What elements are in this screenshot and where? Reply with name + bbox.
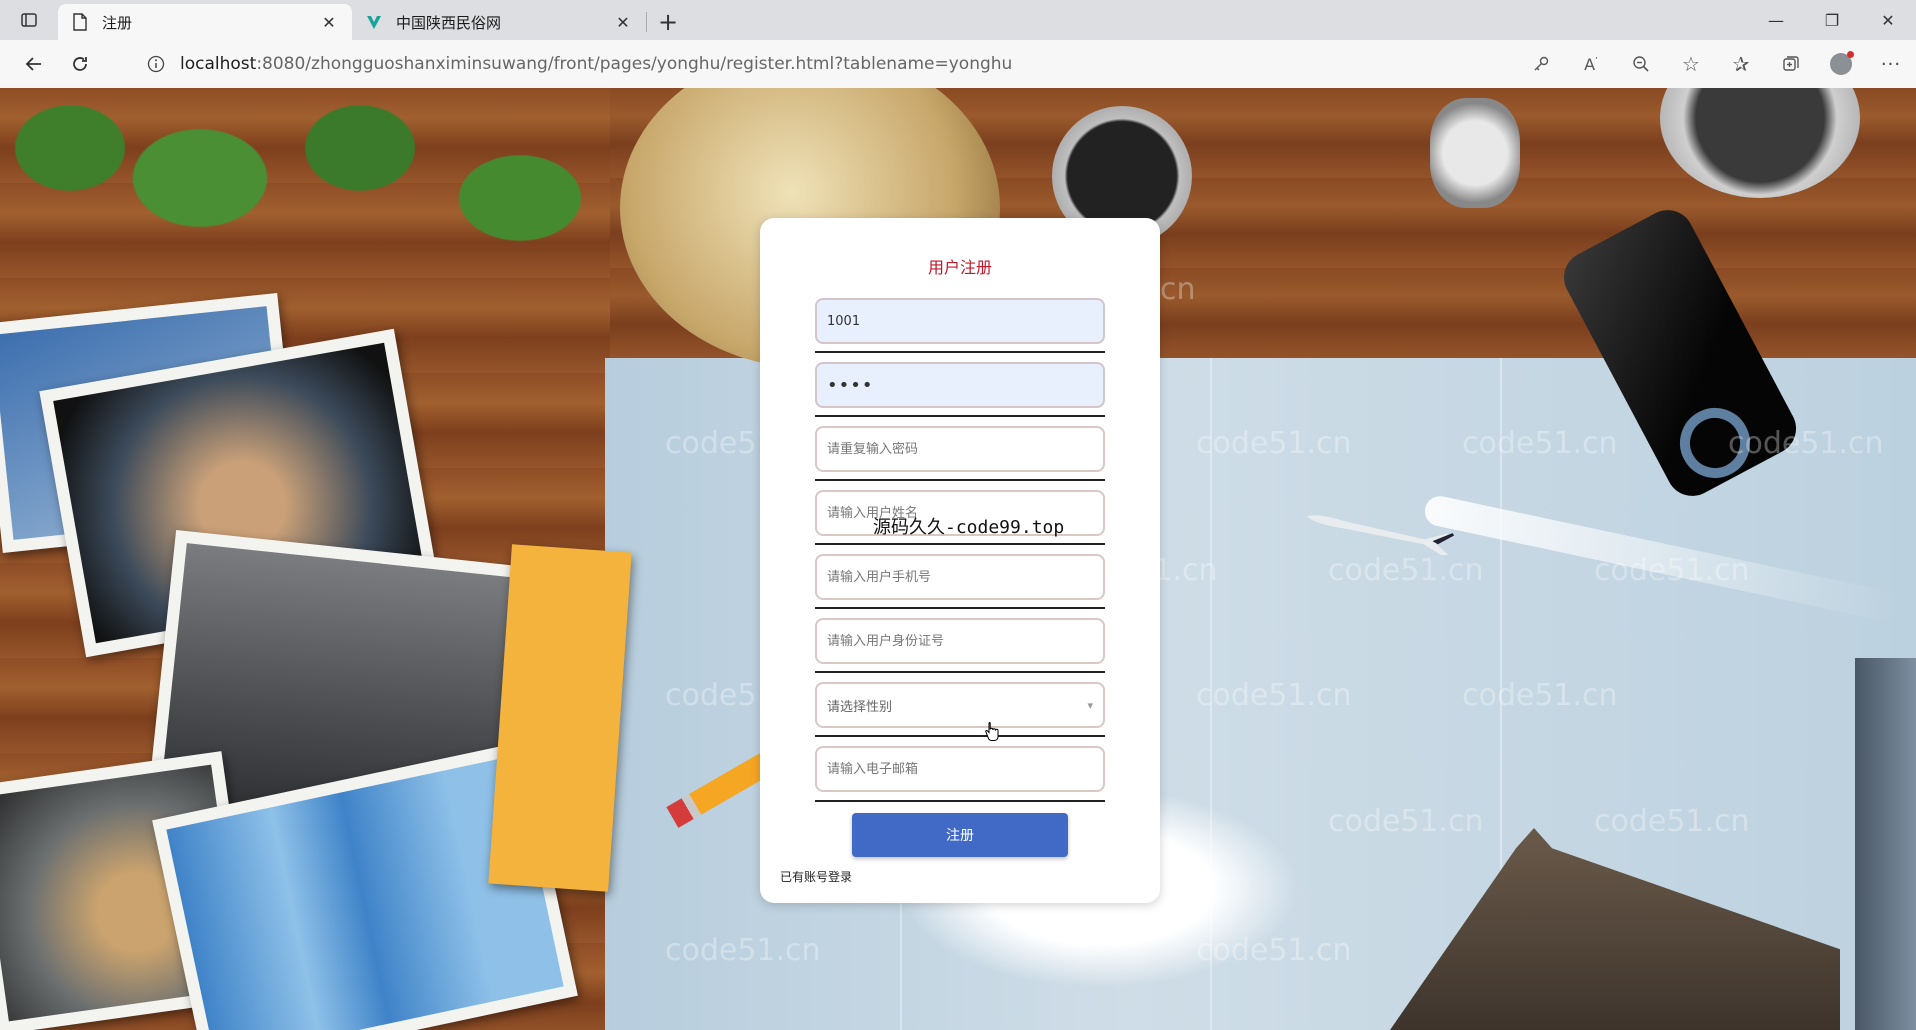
ivy-leaves-image [0, 88, 620, 328]
refresh-icon [73, 57, 87, 71]
confirm-password-input[interactable] [815, 426, 1105, 472]
profile-avatar-icon[interactable] [1816, 42, 1866, 86]
close-tab-icon[interactable]: ✕ [612, 11, 634, 33]
read-aloud-icon[interactable]: Aʼ [1566, 42, 1616, 86]
chevron-down-icon: ▾ [1087, 698, 1093, 712]
phone-input[interactable] [815, 554, 1105, 600]
zoom-out-icon[interactable] [1616, 42, 1666, 86]
page-title: 用户注册 [927, 258, 992, 277]
password-input[interactable] [815, 362, 1105, 408]
restore-button[interactable]: ❐ [1804, 0, 1860, 40]
site-info-icon[interactable] [138, 55, 174, 73]
account-input[interactable] [815, 298, 1105, 344]
window-controls: — ❐ ✕ [1748, 0, 1916, 40]
envelope-image [488, 544, 632, 892]
hand-cursor-icon [985, 722, 999, 741]
register-button[interactable]: 注册 [852, 813, 1068, 857]
field-underline [815, 479, 1105, 481]
tab-actions-icon [21, 13, 37, 27]
address-bar-row: localhost:8080/zhongguoshanximinsuwang/f… [0, 40, 1916, 88]
tab-title: 注册 [102, 13, 133, 32]
gender-select[interactable]: 请选择性别 ▾ [815, 682, 1105, 728]
field-underline [815, 607, 1105, 609]
url-path: :8080/zhongguoshanximinsuwang/front/page… [256, 54, 1013, 74]
back-button[interactable] [12, 42, 56, 86]
field-underline [815, 543, 1105, 545]
wristwatch-image [1430, 98, 1520, 208]
collections-icon[interactable] [1766, 42, 1816, 86]
tab-title: 中国陕西民俗网 [396, 13, 502, 32]
tab-register[interactable]: 注册 ✕ [58, 4, 352, 40]
email-input[interactable] [815, 746, 1105, 792]
back-arrow-icon [25, 57, 41, 71]
toolbar-icons: Aʼ ☆ ✰ ··· [1516, 40, 1916, 88]
page-icon [70, 12, 90, 32]
url-text: localhost:8080/zhongguoshanximinsuwang/f… [180, 54, 1012, 74]
refresh-button[interactable] [58, 42, 102, 86]
field-underline [815, 735, 1105, 737]
minimize-button[interactable]: — [1748, 0, 1804, 40]
idcard-input[interactable] [815, 618, 1105, 664]
tab-shaanxi-folk[interactable]: 中国陕西民俗网 ✕ [352, 4, 646, 40]
login-link[interactable]: 已有账号登录 [780, 868, 852, 885]
field-underline [815, 671, 1105, 673]
field-underline [815, 800, 1105, 802]
skyscraper-image [1855, 658, 1916, 1030]
favorites-icon[interactable]: ✰ [1716, 42, 1766, 86]
site-favicon-icon [364, 12, 384, 32]
field-underline [815, 415, 1105, 417]
new-tab-button[interactable]: + [647, 4, 689, 40]
url-host: localhost [180, 54, 257, 74]
tab-strip: 注册 ✕ 中国陕西民俗网 ✕ + — ❐ ✕ [0, 0, 1916, 40]
url-field[interactable]: localhost:8080/zhongguoshanximinsuwang/f… [138, 46, 1678, 82]
add-favorite-icon[interactable]: ☆ [1666, 42, 1716, 86]
tab-actions-button[interactable] [0, 0, 58, 40]
overlay-watermark-text: 源码久久-code99.top [873, 517, 1065, 538]
close-tab-icon[interactable]: ✕ [318, 11, 340, 33]
field-underline [815, 351, 1105, 353]
gender-select-label: 请选择性别 [827, 699, 893, 715]
key-icon[interactable] [1516, 42, 1566, 86]
register-card: 用户注册 请选择性别 ▾ 注册 已有账号登录 [760, 218, 1160, 903]
close-window-button[interactable]: ✕ [1860, 0, 1916, 40]
more-menu-icon[interactable]: ··· [1866, 42, 1916, 86]
